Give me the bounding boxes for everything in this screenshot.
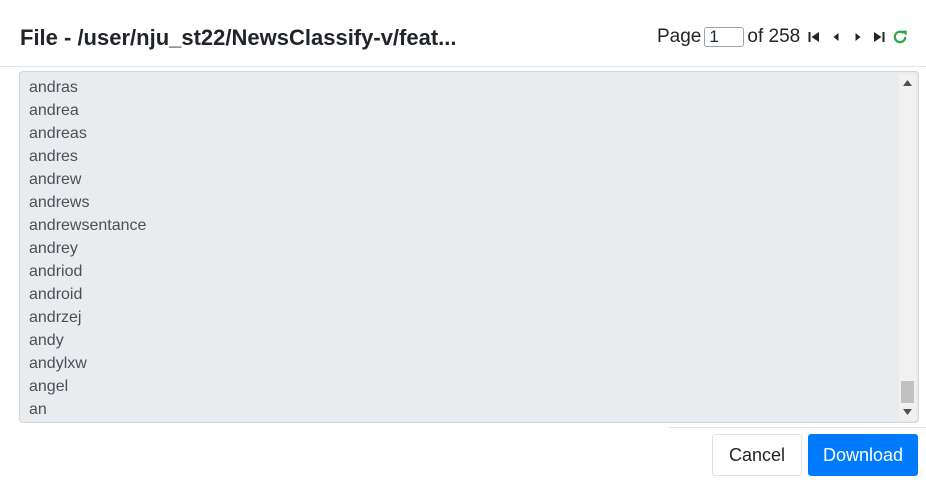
page-number-input[interactable] bbox=[704, 27, 745, 47]
file-content-area[interactable]: andras andrea andreas andres andrew andrews an… bbox=[19, 71, 919, 423]
first-page-icon[interactable] bbox=[804, 26, 824, 48]
file-line: andres bbox=[29, 148, 78, 165]
modal-title: File - /user/nju_st22/NewsClassify-v/fea… bbox=[20, 25, 457, 50]
file-line: an bbox=[29, 401, 47, 418]
file-line: andylxw bbox=[29, 355, 87, 372]
previous-page-icon[interactable] bbox=[826, 26, 846, 48]
scroll-thumb[interactable] bbox=[901, 381, 914, 403]
file-line: andrzej bbox=[29, 309, 82, 326]
last-page-icon[interactable] bbox=[869, 26, 889, 48]
file-line: andriod bbox=[29, 263, 83, 280]
file-line: andrey bbox=[29, 240, 78, 257]
file-line: android bbox=[29, 286, 83, 303]
file-line: andrea bbox=[29, 102, 79, 119]
file-line: andrew bbox=[29, 171, 82, 188]
file-viewer-modal: File - /user/nju_st22/NewsClassify-v/fea… bbox=[0, 0, 926, 480]
page-label: Page bbox=[657, 26, 702, 47]
file-line: andrews bbox=[29, 194, 90, 211]
scroll-up-icon[interactable] bbox=[899, 74, 916, 91]
file-line: andy bbox=[29, 332, 64, 349]
scroll-down-icon[interactable] bbox=[899, 403, 916, 420]
page-count-label: of 258 bbox=[747, 26, 801, 47]
footer-divider bbox=[669, 427, 926, 428]
file-line: andras bbox=[29, 79, 78, 96]
file-line: andrewsentance bbox=[29, 217, 147, 234]
download-button[interactable]: Download bbox=[808, 434, 918, 476]
modal-header: File - /user/nju_st22/NewsClassify-v/fea… bbox=[0, 0, 926, 67]
pager: Page of 258 bbox=[657, 24, 910, 50]
file-line: andreas bbox=[29, 125, 87, 142]
vertical-scrollbar[interactable] bbox=[899, 74, 916, 420]
next-page-icon[interactable] bbox=[848, 26, 868, 48]
cancel-button[interactable]: Cancel bbox=[712, 434, 802, 476]
file-line: angel bbox=[29, 378, 69, 395]
refresh-icon[interactable] bbox=[890, 26, 910, 48]
file-lines: andras andrea andreas andres andrew andrews an… bbox=[29, 76, 146, 421]
